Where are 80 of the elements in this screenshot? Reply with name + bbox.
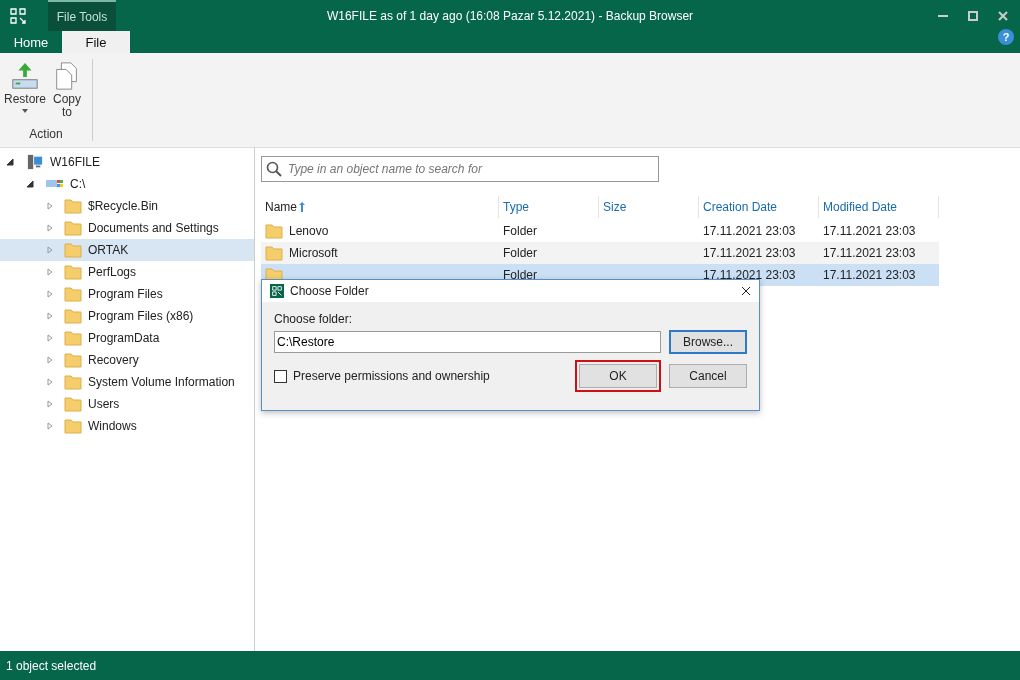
tree-item[interactable]: Recovery — [88, 353, 139, 367]
tree-item[interactable]: $Recycle.Bin — [88, 199, 159, 213]
expand-arrow-icon[interactable] — [46, 422, 54, 430]
table-cell: Folder — [503, 268, 537, 282]
folder-path-field[interactable]: C:\Restore — [274, 331, 661, 353]
column-header[interactable]: Size — [599, 196, 699, 218]
table-cell: 17.11.2021 23:03 — [703, 224, 796, 238]
folder-icon — [64, 198, 82, 214]
expand-arrow-icon[interactable] — [46, 246, 54, 254]
folder-icon — [64, 374, 82, 390]
search-icon — [266, 161, 282, 177]
tree-item[interactable]: System Volume Information — [88, 375, 235, 389]
restore-button[interactable]: Restore — [4, 59, 46, 121]
browse-button[interactable]: Browse... — [669, 330, 747, 354]
expand-arrow-icon[interactable] — [46, 334, 54, 342]
status-bar: 1 object selected — [0, 651, 1020, 680]
column-header[interactable]: Modified Date — [819, 196, 939, 218]
expand-arrow-icon[interactable] — [46, 224, 54, 232]
collapse-arrow-icon[interactable] — [26, 180, 34, 188]
checkbox[interactable] — [274, 369, 287, 383]
tree-item[interactable]: PerfLogs — [88, 265, 137, 279]
folder-icon — [265, 245, 283, 261]
tree-item[interactable]: W16FILE — [50, 155, 100, 169]
expand-arrow-icon[interactable] — [46, 268, 54, 276]
folder-icon — [64, 308, 82, 324]
folder-icon — [64, 286, 82, 302]
column-header[interactable]: Type — [499, 196, 599, 218]
expand-arrow-icon[interactable] — [46, 356, 54, 364]
app-logo-icon — [270, 284, 284, 298]
ribbon-tab[interactable]: File — [62, 31, 130, 53]
table-cell: 17.11.2021 23:03 — [823, 268, 916, 282]
expand-arrow-icon[interactable] — [46, 290, 54, 298]
table-cell: 17.11.2021 23:03 — [703, 246, 796, 260]
table-cell: Folder — [503, 246, 537, 260]
tree-item[interactable]: C:\ — [70, 177, 86, 191]
folder-icon — [64, 330, 82, 346]
copy-to-button[interactable]: Copy to — [46, 59, 88, 121]
table-cell: Lenovo — [289, 224, 329, 238]
column-header[interactable]: Creation Date — [699, 196, 819, 218]
cancel-button[interactable]: Cancel — [669, 364, 747, 388]
table-cell: 17.11.2021 23:03 — [703, 268, 796, 282]
tree-item[interactable]: Program Files — [88, 287, 163, 301]
expand-arrow-icon[interactable] — [46, 378, 54, 386]
expand-arrow-icon[interactable] — [46, 202, 54, 210]
folder-icon — [64, 418, 82, 434]
dialog-title: Choose Folder — [290, 284, 369, 298]
server-icon — [26, 154, 44, 170]
expand-arrow-icon[interactable] — [46, 400, 54, 408]
ribbon-tab[interactable]: Home — [0, 31, 62, 53]
folder-icon — [64, 396, 82, 412]
folder-icon — [64, 352, 82, 368]
folder-icon — [64, 220, 82, 236]
tree-item[interactable]: Program Files (x86) — [88, 309, 194, 323]
collapse-arrow-icon[interactable] — [6, 158, 14, 166]
folder-icon — [64, 264, 82, 280]
table-cell: Folder — [503, 224, 537, 238]
tree-item[interactable]: Documents and Settings — [88, 221, 219, 235]
folder-icon — [265, 223, 283, 239]
search-field[interactable]: Type in an object name to search for — [261, 156, 659, 182]
close-icon[interactable] — [741, 286, 751, 296]
table-cell: 17.11.2021 23:03 — [823, 224, 916, 238]
folder-icon — [64, 242, 82, 258]
field-label: Choose folder: — [274, 312, 354, 326]
expand-arrow-icon[interactable] — [46, 312, 54, 320]
sort-arrow-icon — [299, 202, 305, 212]
checkbox-label[interactable]: Preserve permissions and ownership — [293, 369, 490, 383]
tree-item[interactable]: Windows — [88, 419, 137, 433]
table-cell: 17.11.2021 23:03 — [823, 246, 916, 260]
tree-item[interactable]: Users — [88, 397, 120, 411]
context-tab-label: File Tools — [48, 0, 116, 31]
ok-button[interactable]: OK — [579, 364, 657, 388]
restore-icon — [10, 61, 40, 91]
table-cell: Microsoft — [289, 246, 338, 260]
tree-item[interactable]: ORTAK — [88, 243, 129, 257]
column-header[interactable]: Name — [261, 196, 499, 218]
tree-item[interactable]: ProgramData — [88, 331, 160, 345]
ribbon-group-label: Action — [28, 127, 64, 141]
window-title: W16FILE as of 1 day ago (16:08 Pazar 5.12.2021) - Backup Browser — [325, 8, 695, 23]
maximize-icon[interactable] — [968, 10, 978, 21]
app-logo-icon — [10, 7, 26, 24]
